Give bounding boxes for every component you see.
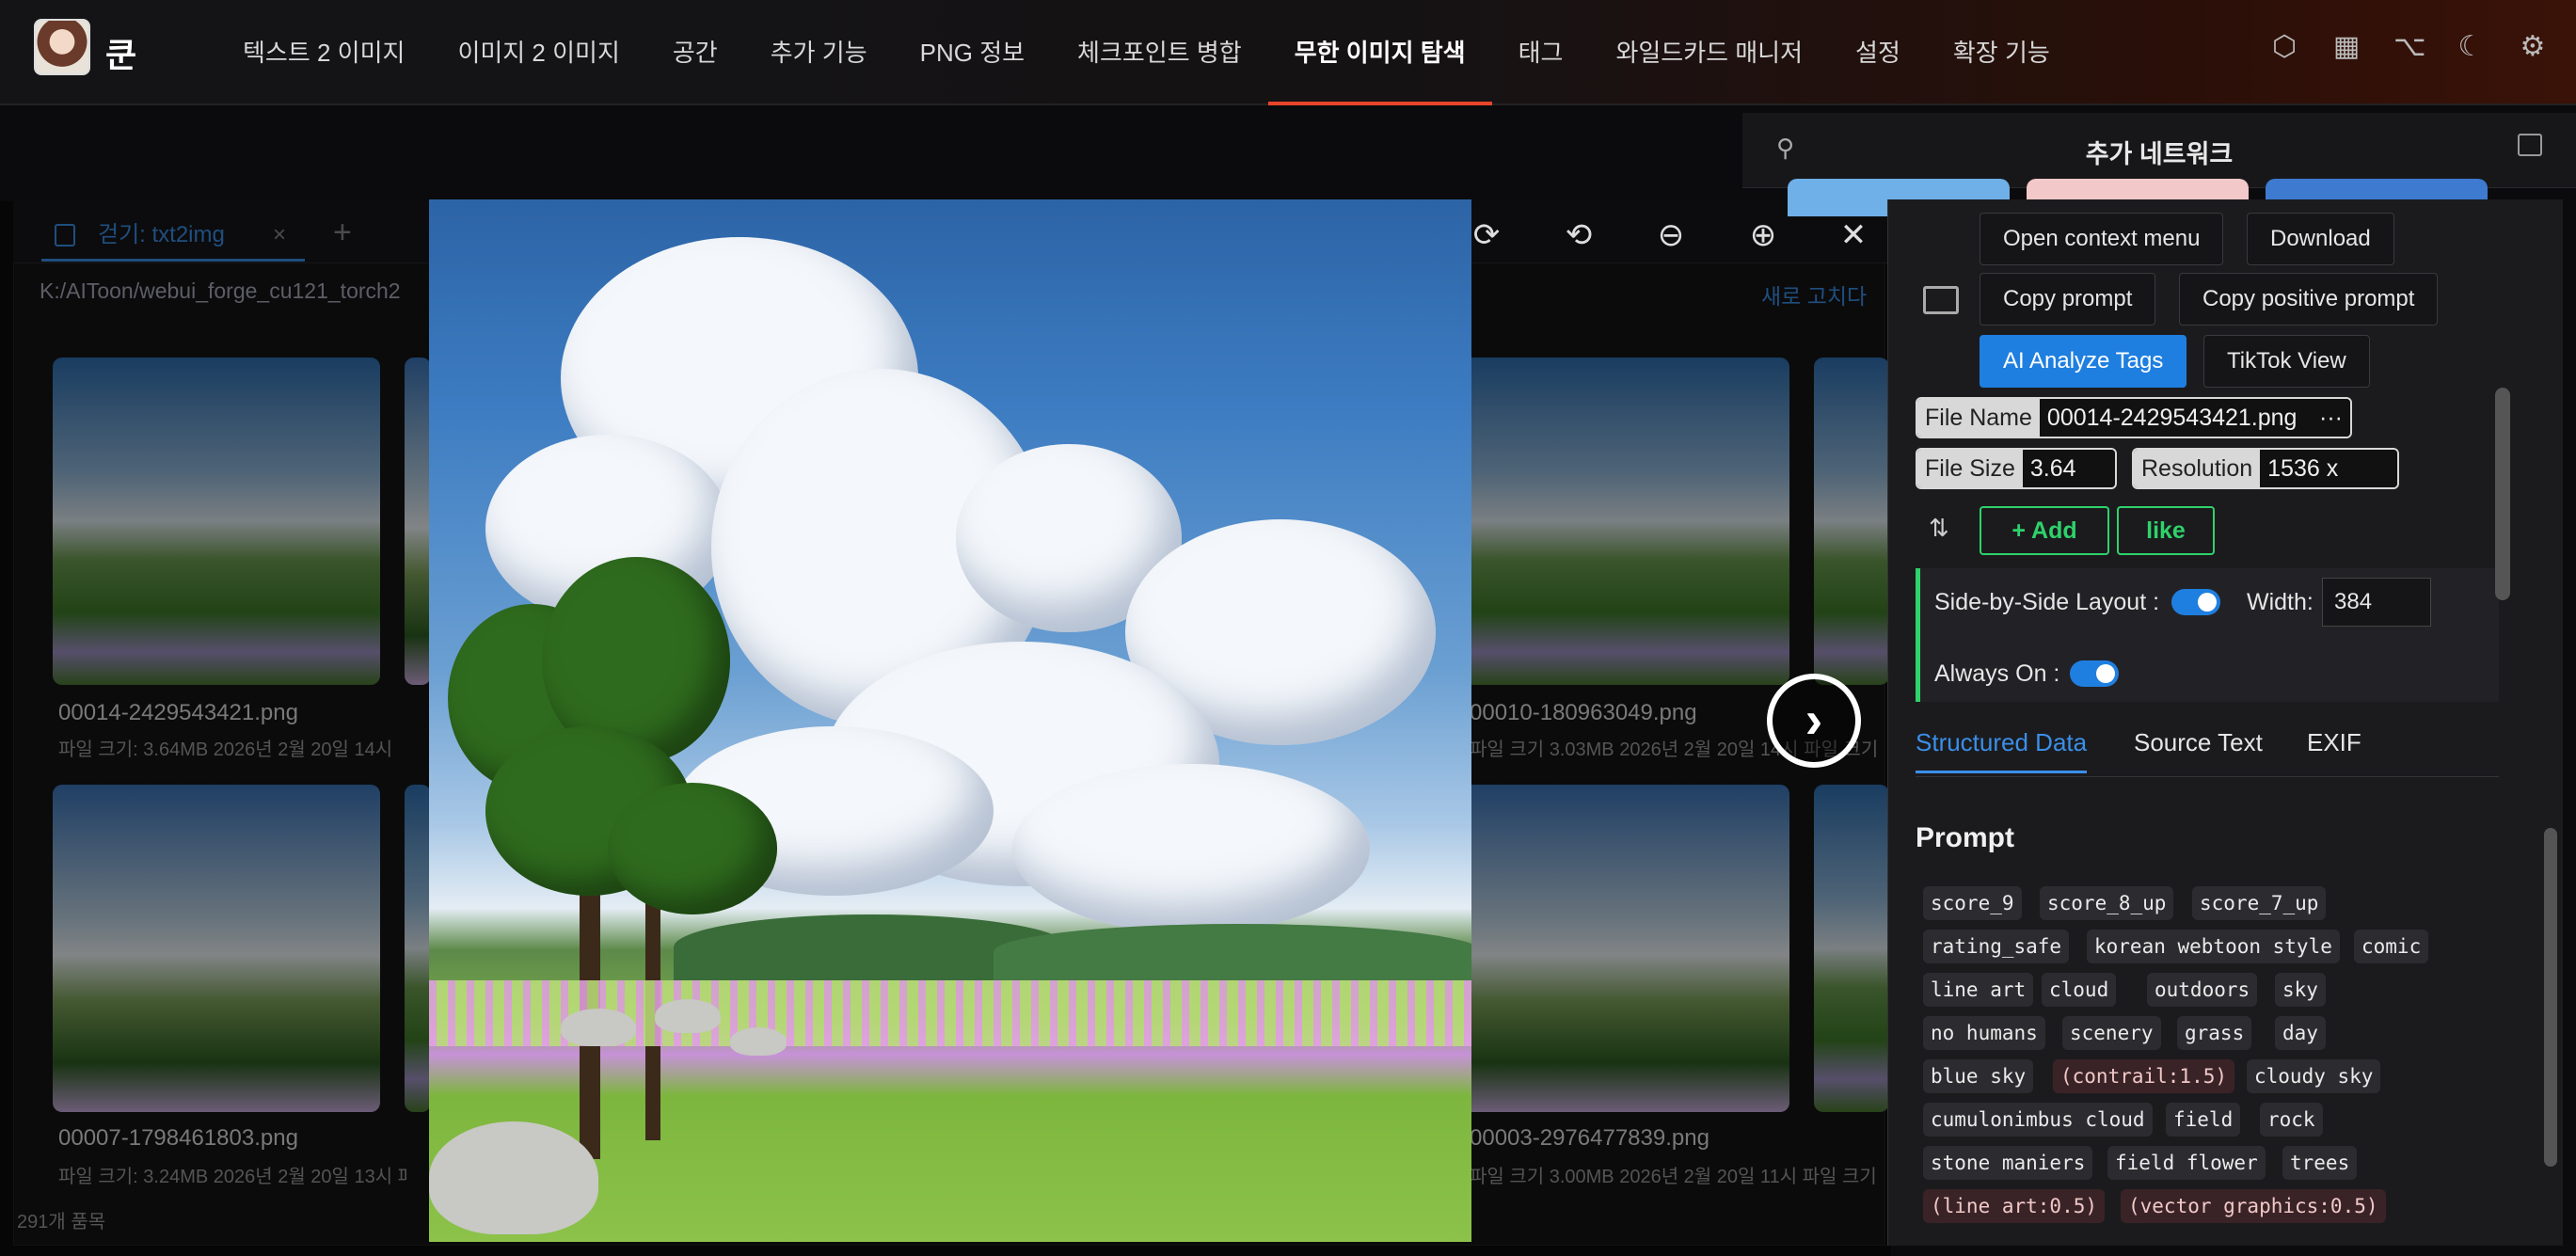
main-nav: 텍스트 2 이미지 이미지 2 이미지 공간 추가 기능 PNG 정보 체크포인… bbox=[216, 0, 2076, 105]
prompt-tag[interactable]: outdoors bbox=[2147, 973, 2258, 1007]
side-by-side-toggle[interactable] bbox=[2171, 589, 2220, 615]
prompt-tag[interactable]: score_8_up bbox=[2040, 886, 2174, 920]
github-icon[interactable]: ⌥ bbox=[2393, 32, 2426, 62]
collapse-panel-icon[interactable] bbox=[2518, 134, 2542, 156]
width-input[interactable]: 384 bbox=[2322, 578, 2431, 627]
file-name-field: File Name 00014-2429543421.png ··· bbox=[1916, 397, 2352, 438]
copy-positive-prompt-button[interactable]: Copy positive prompt bbox=[2179, 273, 2439, 326]
copy-prompt-button[interactable]: Copy prompt bbox=[1980, 273, 2156, 326]
prompt-tag[interactable]: grass bbox=[2177, 1016, 2252, 1050]
prompt-tag[interactable]: scenery bbox=[2062, 1016, 2161, 1050]
zoom-in-icon[interactable]: ⊕ bbox=[1744, 216, 1782, 254]
prompt-tag[interactable]: line art bbox=[1923, 973, 2034, 1007]
prompt-tag[interactable]: field flower bbox=[2107, 1146, 2266, 1180]
nav-tab-png-info[interactable]: PNG 정보 bbox=[894, 0, 1051, 105]
prompt-tag-weighted[interactable]: (vector graphics:0.5) bbox=[2121, 1189, 2386, 1223]
tab-exif[interactable]: EXIF bbox=[2307, 728, 2361, 757]
page-scrollbar[interactable] bbox=[2544, 828, 2557, 1167]
resolution-value: 1536 x 1536 bbox=[2260, 450, 2397, 487]
prompt-tag[interactable]: stone maniers bbox=[1923, 1146, 2093, 1180]
nav-tab-spaces[interactable]: 공간 bbox=[646, 0, 744, 105]
file-name-label: File Name bbox=[1917, 399, 2040, 437]
prompt-tag[interactable]: cloud bbox=[2042, 973, 2117, 1007]
prompt-tag[interactable]: blue sky bbox=[1923, 1059, 2034, 1093]
hexagon-icon[interactable]: ⬡ bbox=[2269, 32, 2299, 62]
nav-tab-extensions[interactable]: 확장 기능 bbox=[1927, 0, 2076, 105]
rotate-right-icon[interactable]: ⟳ bbox=[1468, 216, 1505, 254]
panel-scrollbar[interactable] bbox=[2495, 388, 2510, 600]
file-size-field: File Size 3.64 MB bbox=[1916, 448, 2117, 489]
like-button[interactable]: like bbox=[2117, 506, 2215, 555]
nav-tab-txt2img[interactable]: 텍스트 2 이미지 bbox=[216, 0, 431, 105]
nav-tab-img2img[interactable]: 이미지 2 이미지 bbox=[431, 0, 645, 105]
prompt-tag-weighted[interactable]: (line art:0.5) bbox=[1923, 1189, 2106, 1223]
nav-tab-settings[interactable]: 설정 bbox=[1829, 0, 1927, 105]
moon-icon[interactable]: ☾ bbox=[2456, 32, 2486, 62]
info-tabs: Structured Data Source Text EXIF bbox=[1916, 711, 2499, 777]
width-label: Width: bbox=[2247, 589, 2314, 615]
download-button[interactable]: Download bbox=[2247, 213, 2394, 265]
prompt-tag[interactable]: sky bbox=[2275, 973, 2326, 1007]
prompt-tag[interactable]: cumulonimbus cloud bbox=[1923, 1103, 2153, 1137]
preview-image[interactable] bbox=[429, 199, 1471, 1242]
side-by-side-label: Side-by-Side Layout : bbox=[1934, 589, 2160, 615]
prompt-tag[interactable]: trees bbox=[2282, 1146, 2358, 1180]
rotate-left-icon[interactable]: ⟲ bbox=[1560, 216, 1598, 254]
always-on-label: Always On : bbox=[1934, 660, 2060, 687]
sort-icon[interactable]: ⇅ bbox=[1929, 514, 1949, 543]
prompt-tag[interactable]: no humans bbox=[1923, 1016, 2045, 1050]
close-icon[interactable]: ✕ bbox=[1835, 216, 1872, 254]
prompt-tag[interactable]: comic bbox=[2354, 930, 2429, 963]
gear-icon[interactable]: ⚙ bbox=[2518, 32, 2548, 62]
next-image-button[interactable]: › bbox=[1767, 674, 1861, 768]
ai-analyze-tags-button[interactable]: AI Analyze Tags bbox=[1980, 335, 2187, 388]
logo-avatar[interactable] bbox=[34, 19, 90, 75]
nav-tab-tags[interactable]: 태그 bbox=[1492, 0, 1590, 105]
grid-icon[interactable]: ▦ bbox=[2331, 32, 2361, 62]
top-navbar: 쿤 텍스트 2 이미지 이미지 2 이미지 공간 추가 기능 PNG 정보 체크… bbox=[0, 0, 2576, 105]
zoom-out-icon[interactable]: ⊖ bbox=[1652, 216, 1690, 254]
file-name-value: 00014-2429543421.png bbox=[2039, 399, 2313, 437]
file-size-label: File Size bbox=[1917, 450, 2023, 487]
prompt-tag[interactable]: cloudy sky bbox=[2247, 1059, 2381, 1093]
more-icon[interactable]: ··· bbox=[2312, 399, 2350, 437]
open-context-menu-button[interactable]: Open context menu bbox=[1980, 213, 2224, 265]
nav-tab-wildcard-manager[interactable]: 와일드카드 매니저 bbox=[1589, 0, 1829, 105]
prompt-tag-weighted[interactable]: (contrail:1.5) bbox=[2053, 1059, 2235, 1093]
resolution-field: Resolution 1536 x 1536 bbox=[2132, 448, 2399, 489]
tab-source-text[interactable]: Source Text bbox=[2134, 728, 2263, 757]
nav-tab-extras[interactable]: 추가 기능 bbox=[744, 0, 894, 105]
nav-tab-checkpoint-merge[interactable]: 체크포인트 병합 bbox=[1051, 0, 1268, 105]
prompt-tag[interactable]: rating_safe bbox=[1923, 930, 2070, 963]
file-size-value: 3.64 MB bbox=[2022, 450, 2115, 487]
prompt-heading: Prompt bbox=[1916, 822, 2014, 853]
extra-networks-title: 추가 네트워크 bbox=[2085, 140, 2234, 168]
tiktok-view-button[interactable]: TikTok View bbox=[2203, 335, 2370, 388]
prompt-tag[interactable]: day bbox=[2275, 1016, 2326, 1050]
monitor-icon[interactable] bbox=[1923, 286, 1959, 314]
prompt-tag[interactable]: rock bbox=[2260, 1103, 2323, 1137]
always-on-toggle[interactable] bbox=[2070, 660, 2119, 687]
prompt-tag[interactable]: score_9 bbox=[1923, 886, 2022, 920]
prompt-tag[interactable]: score_7_up bbox=[2192, 886, 2327, 920]
extra-networks-header: ⚲ 추가 네트워크 bbox=[1742, 113, 2576, 188]
resolution-label: Resolution bbox=[2134, 450, 2261, 487]
add-tag-button[interactable]: + Add bbox=[1980, 506, 2109, 555]
nav-tab-infinite-image-browsing[interactable]: 무한 이미지 탐색 bbox=[1267, 0, 1492, 105]
tab-structured-data[interactable]: Structured Data bbox=[1916, 728, 2088, 773]
logo-text: 쿤 bbox=[105, 36, 137, 74]
prompt-tag[interactable]: field bbox=[2166, 1103, 2241, 1137]
prompt-tag[interactable]: korean webtoon style bbox=[2087, 930, 2340, 963]
